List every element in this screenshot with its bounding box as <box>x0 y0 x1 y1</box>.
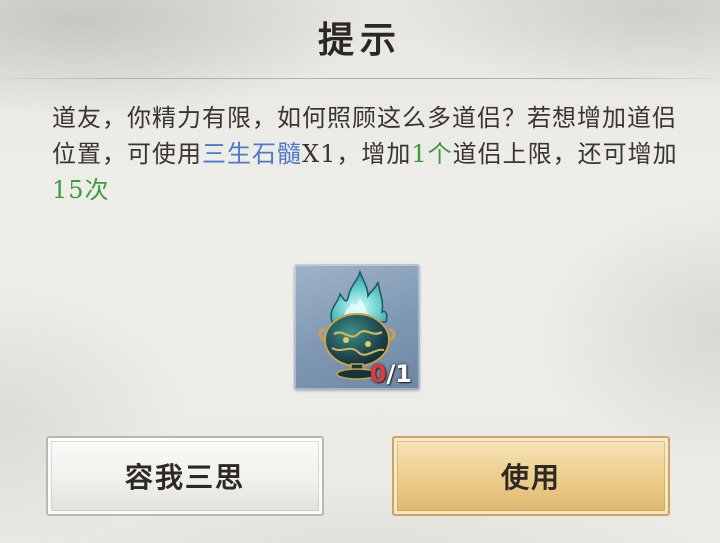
cancel-button[interactable]: 容我三思 <box>46 436 324 516</box>
dialog-message: 道友，你精力有限，如何照顾这么多道侣？若想增加道侣位置，可使用三生石髓X1，增加… <box>52 100 682 208</box>
message-text-3: 道侣上限，还可增加 <box>452 140 678 168</box>
add-count-highlight: 1个 <box>411 140 453 168</box>
item-name-highlight: 三生石髓 <box>202 140 302 168</box>
title-divider <box>0 78 720 79</box>
item-count: 0/1 <box>370 360 412 388</box>
remaining-count-highlight: 15次 <box>52 176 110 204</box>
item-owned-count: 0 <box>369 360 387 388</box>
use-item-dialog: 提示 道友，你精力有限，如何照顾这么多道侣？若想增加道侣位置，可使用三生石髓X1… <box>0 0 720 543</box>
message-text-2: X1，增加 <box>302 140 412 168</box>
dialog-title: 提示 <box>317 19 402 61</box>
use-button[interactable]: 使用 <box>392 436 670 516</box>
item-required-count: /1 <box>386 360 412 388</box>
item-slot[interactable]: 0/1 <box>294 264 420 390</box>
